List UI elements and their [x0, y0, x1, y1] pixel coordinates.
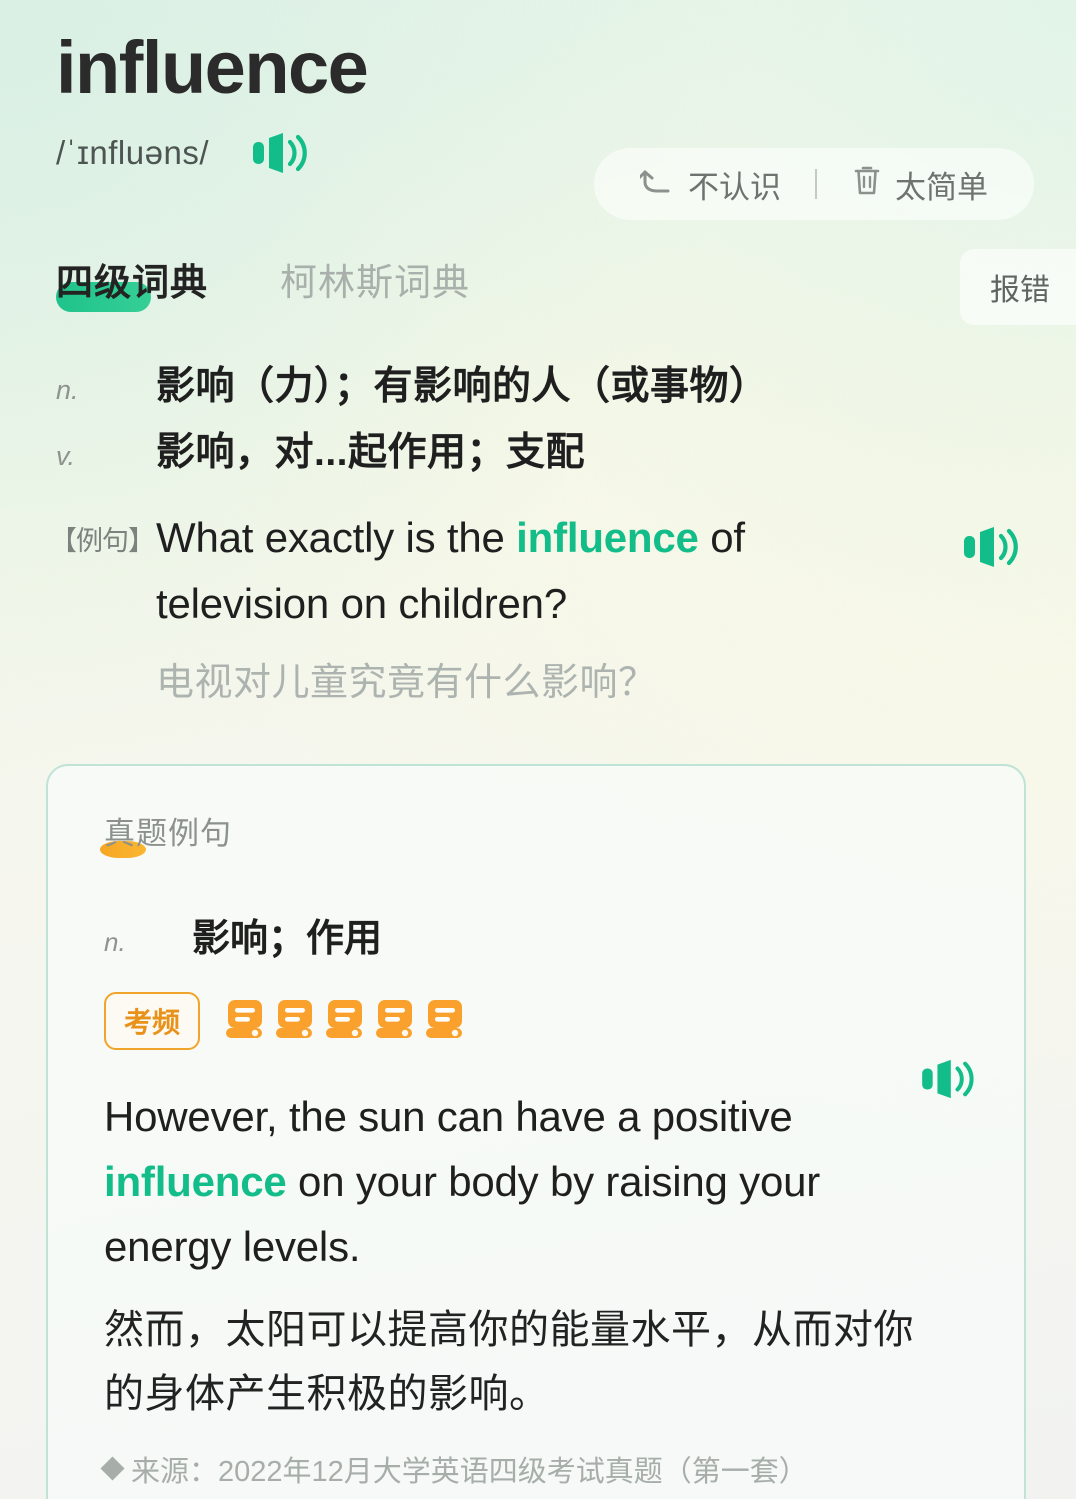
- book-icon: [426, 999, 463, 1038]
- definition-row: n. 影响（力）；有影响的人（或事物）: [56, 355, 1076, 411]
- definition-text: 影响，对...起作用；支配: [156, 430, 586, 474]
- exam-frequency-row: 考频: [104, 992, 984, 1051]
- book-icon: [224, 998, 268, 1045]
- card-title-wrap: 真题例句: [100, 808, 232, 859]
- example-english: What exactly is the influence of televis…: [156, 505, 856, 638]
- diamond-bullet-icon: [100, 1456, 125, 1481]
- card-source-row: 来源：2022年12月大学英语四级考试真题（第一套）: [100, 1448, 984, 1490]
- book-icon: [424, 998, 468, 1045]
- book-icon: [324, 998, 368, 1045]
- book-icon: [326, 999, 363, 1038]
- definition-list: n. 影响（力）；有影响的人（或事物） v. 影响，对...起作用；支配: [0, 355, 1076, 477]
- exam-frequency-badge: 考频: [104, 992, 201, 1051]
- book-icon: [226, 999, 263, 1038]
- speaker-icon[interactable]: [962, 525, 1018, 574]
- card-source-text: 来源：2022年12月大学英语四级考试真题（第一套）: [131, 1455, 808, 1488]
- card-definition-text: 影响；作用: [192, 918, 383, 961]
- example-sentence-block: 【例句】 What exactly is the influence of te…: [0, 505, 1076, 707]
- speaker-icon[interactable]: [920, 1058, 974, 1105]
- example-body: What exactly is the influence of televis…: [156, 505, 856, 707]
- definition-text: 影响（力）；有影响的人（或事物）: [156, 364, 769, 408]
- example-tag: 【例句】: [50, 525, 155, 556]
- book-icon: [374, 998, 418, 1045]
- phonetic-text: /ˈɪnfluəns/: [56, 133, 209, 171]
- mark-too-easy-button[interactable]: 太简单: [839, 162, 1000, 207]
- book-icon: [276, 999, 313, 1038]
- card-part-of-speech: n.: [104, 927, 126, 958]
- book-icon: [376, 999, 413, 1038]
- study-action-group: 不认识 太简单: [594, 148, 1034, 220]
- exam-frequency-icons: [224, 998, 468, 1045]
- card-en-before: However, the sun can have a positive: [104, 1093, 793, 1141]
- tab-cet4-label: 四级词典: [56, 261, 208, 303]
- mark-too-easy-label: 太简单: [895, 169, 988, 205]
- card-en-keyword: influence: [104, 1158, 287, 1206]
- part-of-speech: n.: [56, 374, 79, 405]
- card-english-sentence: However, the sun can have a positive inf…: [104, 1084, 864, 1279]
- tab-collins-label: 柯林斯词典: [280, 261, 470, 303]
- speaker-icon[interactable]: [251, 131, 307, 175]
- mark-unknown-button[interactable]: 不认识: [628, 162, 793, 207]
- tab-collins-dictionary[interactable]: 柯林斯词典: [280, 252, 470, 306]
- card-definition-row: n. 影响；作用: [104, 907, 984, 962]
- example-en-keyword: influence: [516, 513, 699, 561]
- action-divider: [815, 169, 817, 199]
- page-title: influence: [56, 26, 369, 109]
- word-header: influence /ˈɪnfluəns/ 不认识 太简单: [0, 0, 1076, 220]
- card-title: 真题例句: [104, 816, 232, 852]
- example-en-before: What exactly is the: [156, 513, 517, 561]
- mark-unknown-label: 不认识: [688, 169, 781, 205]
- part-of-speech: v.: [56, 440, 75, 471]
- undo-arrow-icon: [637, 164, 676, 204]
- real-exam-example-card: 真题例句 n. 影响；作用 考频 However, the sun can ha…: [46, 764, 1026, 1499]
- trash-icon: [851, 163, 883, 205]
- dictionary-tabs: 四级词典 柯林斯词典 报错: [0, 241, 1076, 325]
- card-chinese-sentence: 然而，太阳可以提高你的能量水平，从而对你的身体产生积极的影响。: [104, 1307, 914, 1416]
- book-icon: [274, 998, 318, 1045]
- tab-cet4-dictionary[interactable]: 四级词典: [56, 252, 208, 312]
- definition-row: v. 影响，对...起作用；支配: [56, 421, 1076, 477]
- example-chinese: 电视对儿童究竟有什么影响？: [156, 662, 657, 705]
- report-error-button[interactable]: 报错: [960, 248, 1076, 325]
